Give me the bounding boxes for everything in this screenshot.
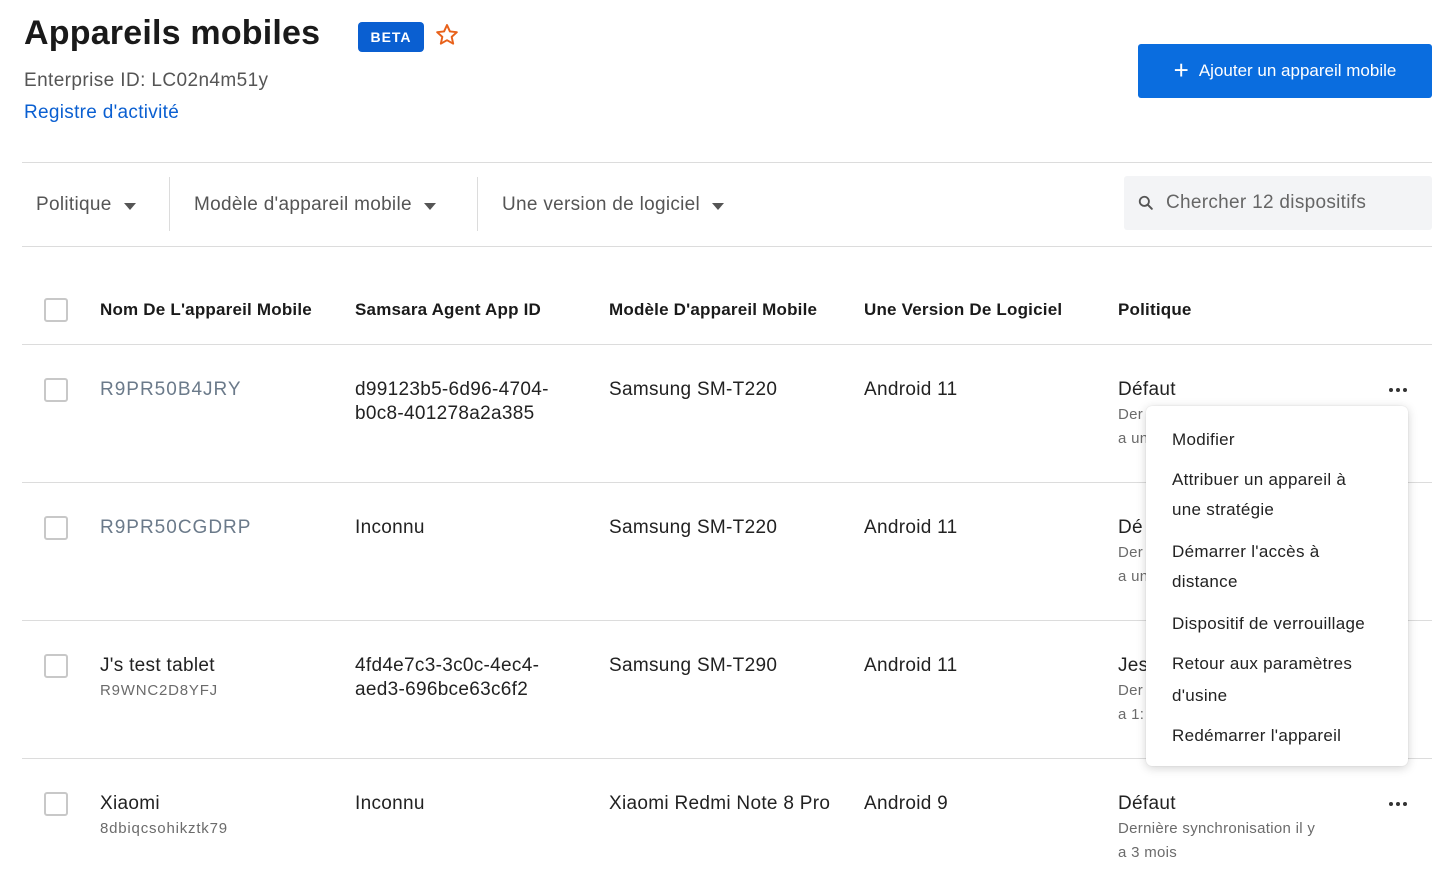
- more-icon[interactable]: [1384, 380, 1412, 400]
- last-sync: Der: [1118, 682, 1144, 699]
- app-id: b0c8-401278a2a385: [355, 403, 535, 424]
- last-sync: Der: [1118, 544, 1144, 561]
- filter-separator: [169, 177, 170, 231]
- device-model: Xiaomi Redmi Note 8 Pro: [609, 793, 831, 814]
- last-sync: a un: [1118, 430, 1149, 447]
- device-name[interactable]: J's test tablet: [100, 654, 215, 678]
- row-checkbox[interactable]: [44, 378, 68, 402]
- menu-item-label: Retour aux paramètres: [1172, 654, 1353, 673]
- divider: [22, 162, 1432, 163]
- search-box[interactable]: [1124, 176, 1432, 230]
- menu-item-label: distance: [1172, 572, 1238, 591]
- model-filter[interactable]: Modèle d'appareil mobile: [194, 178, 436, 232]
- menu-item-remote-access[interactable]: Démarrer l'accès à distance: [1172, 537, 1402, 597]
- page-title: Appareils mobiles: [24, 14, 321, 52]
- last-sync: a un: [1118, 568, 1149, 585]
- caret-down-icon: [423, 202, 436, 210]
- select-all-checkbox[interactable]: [44, 298, 68, 322]
- column-header-software[interactable]: Une Version De Logiciel: [864, 300, 1062, 320]
- software-version: Android 11: [864, 655, 958, 676]
- policy-filter[interactable]: Politique: [36, 178, 136, 232]
- enterprise-id: Enterprise ID: LC02n4m51y: [24, 70, 269, 91]
- software-filter-label: Une version de logiciel: [502, 194, 701, 215]
- app-id: d99123b5-6d96-4704-: [355, 379, 549, 400]
- plus-icon: +: [1173, 55, 1189, 85]
- beta-badge: BETA: [358, 22, 424, 52]
- table-row-divider: [22, 344, 1432, 345]
- add-button-label: Ajouter un appareil mobile: [1198, 61, 1397, 80]
- menu-item-label: Attribuer un appareil à: [1172, 470, 1347, 489]
- menu-item-reboot[interactable]: Redémarrer l'appareil: [1172, 721, 1402, 751]
- star-icon[interactable]: [434, 22, 460, 48]
- menu-item-factory-reset[interactable]: Retour aux paramètres d'usine: [1172, 649, 1402, 711]
- column-header-model[interactable]: Modèle D'appareil Mobile: [609, 300, 817, 320]
- last-sync: a 3 mois: [1118, 844, 1178, 861]
- device-name[interactable]: Xiaomi: [100, 792, 160, 816]
- software-filter[interactable]: Une version de logiciel: [502, 178, 725, 232]
- policy-name: Jes: [1118, 655, 1149, 676]
- device-name-link[interactable]: R9PR50CGDRP: [100, 516, 251, 540]
- app-id: Inconnu: [355, 517, 425, 538]
- app-id: Inconnu: [355, 793, 425, 814]
- last-sync: Der: [1118, 406, 1144, 423]
- more-icon[interactable]: [1384, 794, 1412, 814]
- policy-filter-label: Politique: [36, 194, 112, 215]
- device-model: Samsung SM-T220: [609, 379, 778, 400]
- row-actions-menu: Modifier Attribuer un appareil à une str…: [1146, 406, 1408, 766]
- row-checkbox[interactable]: [44, 654, 68, 678]
- menu-item-lock-device[interactable]: Dispositif de verrouillage: [1172, 609, 1402, 639]
- column-header-app-id[interactable]: Samsara Agent App ID: [355, 300, 541, 320]
- divider: [22, 246, 1432, 247]
- menu-item-assign-policy[interactable]: Attribuer un appareil à une stratégie: [1172, 465, 1402, 525]
- menu-item-label: une stratégie: [1172, 500, 1275, 519]
- activity-log-link[interactable]: Registre d'activité: [24, 102, 179, 124]
- caret-down-icon: [712, 202, 725, 210]
- device-model: Samsung SM-T290: [609, 655, 778, 676]
- search-icon: [1138, 195, 1153, 210]
- device-serial: 8dbiqcsohikztk79: [100, 820, 228, 837]
- policy-name: Défaut: [1118, 793, 1176, 814]
- device-serial: R9WNC2D8YFJ: [100, 682, 218, 699]
- device-model: Samsung SM-T220: [609, 517, 778, 538]
- caret-down-icon: [123, 202, 136, 210]
- last-sync: a 1:: [1118, 706, 1145, 723]
- column-header-name[interactable]: Nom De L'appareil Mobile: [100, 300, 312, 320]
- menu-item-label: d'usine: [1172, 686, 1228, 705]
- add-mobile-device-button[interactable]: + Ajouter un appareil mobile: [1138, 44, 1432, 98]
- model-filter-label: Modèle d'appareil mobile: [194, 194, 412, 215]
- menu-item-label: Démarrer l'accès à: [1172, 542, 1320, 561]
- software-version: Android 11: [864, 517, 958, 538]
- policy-name: Dé: [1118, 517, 1143, 538]
- app-id: aed3-696bce63c6f2: [355, 679, 529, 700]
- policy-name: Défaut: [1118, 379, 1176, 400]
- menu-item-edit[interactable]: Modifier: [1172, 425, 1402, 455]
- device-name-link[interactable]: R9PR50B4JRY: [100, 378, 242, 402]
- search-input[interactable]: [1166, 192, 1426, 214]
- column-header-policy[interactable]: Politique: [1118, 300, 1192, 320]
- software-version: Android 9: [864, 793, 949, 814]
- app-id: 4fd4e7c3-3c0c-4ec4-: [355, 655, 540, 676]
- filter-separator: [477, 177, 478, 231]
- row-checkbox[interactable]: [44, 516, 68, 540]
- last-sync: Dernière synchronisation il y: [1118, 820, 1316, 837]
- row-checkbox[interactable]: [44, 792, 68, 816]
- software-version: Android 11: [864, 379, 958, 400]
